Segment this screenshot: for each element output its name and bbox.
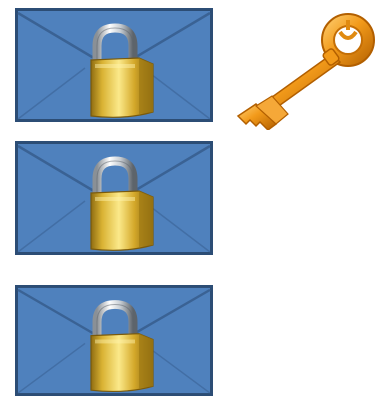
locked-envelope-icon (15, 8, 213, 122)
envelope-graphic (15, 8, 213, 122)
golden-key-icon (232, 10, 378, 130)
envelope-graphic (15, 141, 213, 255)
key-graphic (236, 12, 376, 130)
locked-envelope-icon (15, 285, 213, 396)
envelope-graphic (15, 285, 213, 396)
locked-envelope-icon (15, 141, 213, 255)
